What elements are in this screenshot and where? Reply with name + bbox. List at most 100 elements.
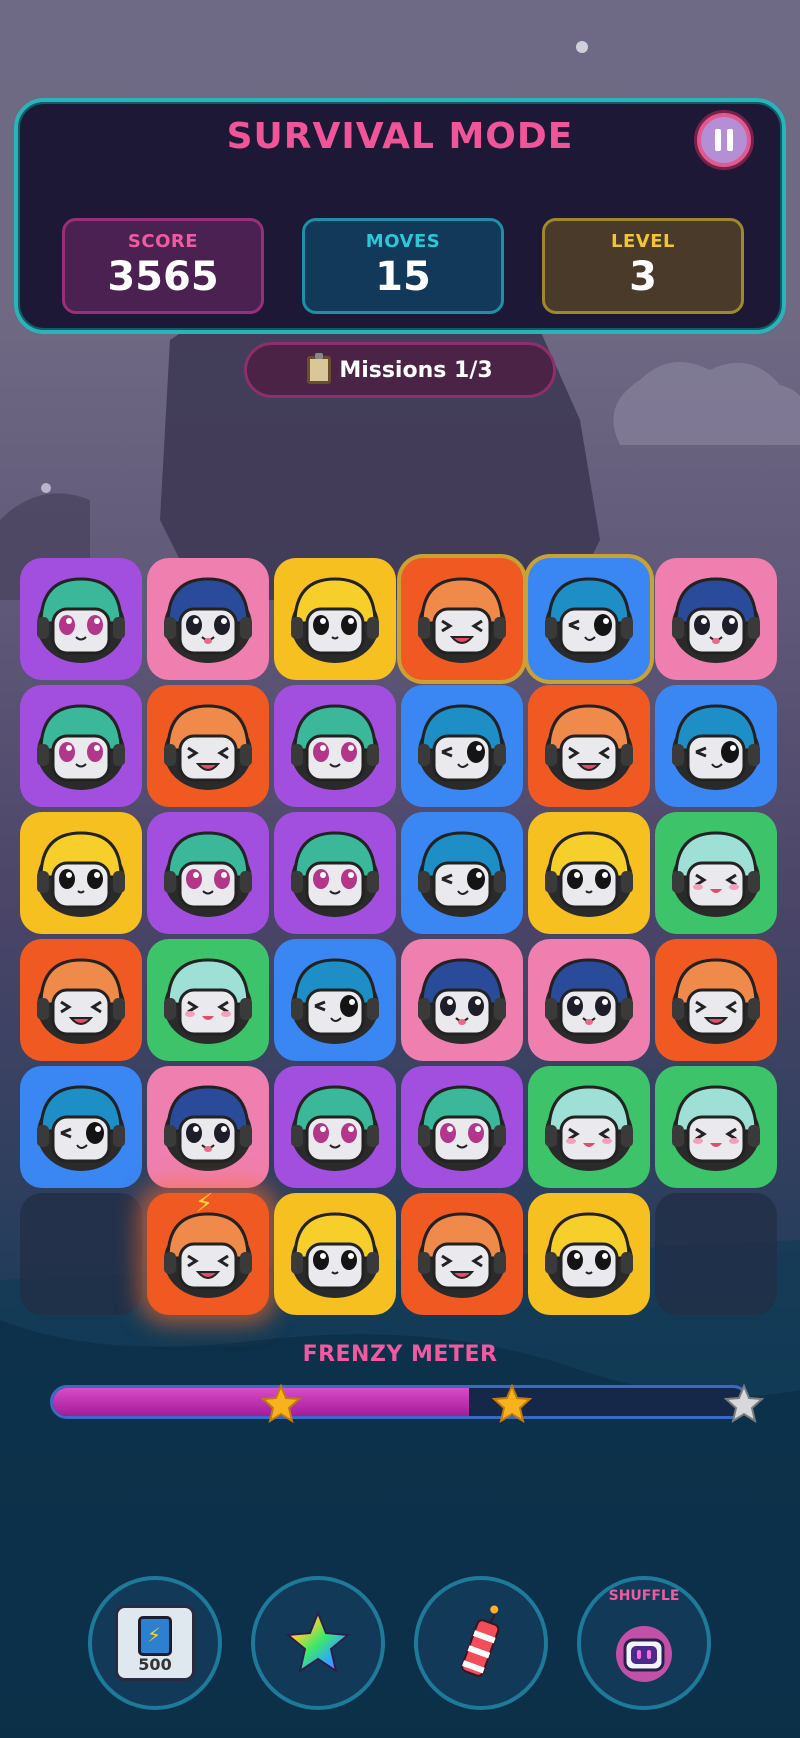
moves-box: MOVES 15 (302, 218, 504, 314)
battery-booster-label: 500 (138, 1655, 172, 1674)
tile-yellow-yellow-cute[interactable] (528, 1193, 650, 1315)
shuffle-booster[interactable]: SHUFFLE (577, 1576, 711, 1710)
missions-label: Missions 1/3 (339, 357, 493, 383)
tile-orange-orange-laugh[interactable] (401, 1193, 523, 1315)
star-filled-icon (492, 1384, 532, 1424)
tile-purple-green-bolt[interactable] (274, 1066, 396, 1188)
moves-value: 15 (375, 254, 431, 300)
header-panel: SURVIVAL MODE SCORE 3565 MOVES 15 LEVEL … (14, 98, 786, 334)
teal-wink-icon (418, 704, 506, 790)
tile-blue-teal-wink[interactable] (274, 939, 396, 1061)
shuffle-robot-icon (616, 1626, 672, 1682)
green-bolt-icon (164, 831, 252, 917)
score-label: SCORE (127, 231, 199, 252)
mint-blush-icon (672, 831, 760, 917)
mint-blush-icon (672, 1085, 760, 1171)
battery-icon: 500 (115, 1605, 195, 1681)
game-board: ⚡ (20, 558, 780, 1318)
star-empty-icon (724, 1384, 764, 1424)
tile-orange-orange-laugh[interactable] (655, 939, 777, 1061)
tile-purple-green-bolt[interactable] (20, 558, 142, 680)
teal-wink-icon (37, 1085, 125, 1171)
green-bolt-icon (37, 577, 125, 663)
orange-laugh-icon (164, 704, 252, 790)
yellow-cute-icon (37, 831, 125, 917)
tile-blue-teal-wink[interactable] (528, 558, 650, 680)
yellow-cute-icon (545, 1212, 633, 1298)
tile-green-mint-blush[interactable] (655, 1066, 777, 1188)
green-bolt-icon (418, 1085, 506, 1171)
firecracker-icon (461, 1605, 500, 1677)
lightning-icon: ⚡ (195, 1189, 214, 1219)
tile-pink-navy-sparkle[interactable] (528, 939, 650, 1061)
tile-yellow-yellow-cute[interactable] (274, 1193, 396, 1315)
tile-orange-orange-laugh[interactable] (528, 685, 650, 807)
tile-blue-teal-wink[interactable] (401, 685, 523, 807)
tile-purple-green-bolt[interactable] (401, 1066, 523, 1188)
navy-sparkle-icon (164, 1085, 252, 1171)
yellow-cute-icon (545, 831, 633, 917)
pause-button[interactable] (694, 110, 754, 170)
tile-yellow-yellow-cute[interactable] (528, 812, 650, 934)
yellow-cute-icon (291, 577, 379, 663)
battery-booster[interactable]: 500 (88, 1576, 222, 1710)
tile-purple-green-bolt[interactable] (20, 685, 142, 807)
booster-bar: 500 SHUFFLE (0, 1576, 800, 1710)
tile-yellow-yellow-cute[interactable] (20, 812, 142, 934)
star-filled-icon (261, 1384, 301, 1424)
frenzy-meter (50, 1385, 750, 1419)
orange-laugh-icon (164, 1212, 252, 1298)
tile-orange-orange-laugh[interactable] (401, 558, 523, 680)
green-bolt-icon (291, 831, 379, 917)
empty-cell (20, 1193, 142, 1315)
tile-purple-green-bolt[interactable] (274, 812, 396, 934)
tile-pink-navy-sparkle[interactable] (147, 558, 269, 680)
rainbow-star-booster[interactable] (251, 1576, 385, 1710)
clipboard-icon (307, 353, 332, 384)
tile-blue-teal-wink[interactable] (655, 685, 777, 807)
level-label: LEVEL (611, 231, 675, 252)
firecracker-booster[interactable] (414, 1576, 548, 1710)
level-box: LEVEL 3 (542, 218, 744, 314)
green-bolt-icon (291, 1085, 379, 1171)
teal-wink-icon (291, 958, 379, 1044)
navy-sparkle-icon (418, 958, 506, 1044)
teal-wink-icon (545, 577, 633, 663)
score-value: 3565 (107, 254, 219, 300)
frenzy-meter-label: FRENZY METER (302, 1342, 498, 1367)
tile-green-mint-blush[interactable] (655, 812, 777, 934)
navy-sparkle-icon (164, 577, 252, 663)
shuffle-booster-label: SHUFFLE (608, 1588, 680, 1604)
orange-laugh-icon (545, 704, 633, 790)
teal-wink-icon (418, 831, 506, 917)
empty-cell (655, 1193, 777, 1315)
green-bolt-icon (291, 704, 379, 790)
orange-laugh-icon (37, 958, 125, 1044)
navy-sparkle-icon (672, 577, 760, 663)
mint-blush-icon (545, 1085, 633, 1171)
tile-orange-orange-laugh[interactable] (147, 685, 269, 807)
teal-wink-icon (672, 704, 760, 790)
tile-yellow-yellow-cute[interactable] (274, 558, 396, 680)
tile-purple-green-bolt[interactable] (147, 812, 269, 934)
pause-icon (701, 117, 747, 163)
tile-orange-orange-laugh[interactable]: ⚡ (147, 1189, 269, 1315)
rainbow-star-icon (286, 1611, 350, 1674)
green-bolt-icon (37, 704, 125, 790)
tile-green-mint-blush[interactable] (528, 1066, 650, 1188)
level-value: 3 (629, 254, 657, 300)
tile-pink-navy-sparkle[interactable] (147, 1066, 269, 1188)
tile-purple-green-bolt[interactable] (274, 685, 396, 807)
tile-green-mint-blush[interactable] (147, 939, 269, 1061)
yellow-cute-icon (291, 1212, 379, 1298)
mint-blush-icon (164, 958, 252, 1044)
tile-pink-navy-sparkle[interactable] (401, 939, 523, 1061)
orange-laugh-icon (672, 958, 760, 1044)
tile-orange-orange-laugh[interactable] (20, 939, 142, 1061)
tile-blue-teal-wink[interactable] (20, 1066, 142, 1188)
tile-blue-teal-wink[interactable] (401, 812, 523, 934)
missions-button[interactable]: Missions 1/3 (244, 342, 556, 398)
tile-pink-navy-sparkle[interactable] (655, 558, 777, 680)
mode-title: SURVIVAL MODE (226, 116, 574, 157)
moves-label: MOVES (365, 231, 441, 252)
